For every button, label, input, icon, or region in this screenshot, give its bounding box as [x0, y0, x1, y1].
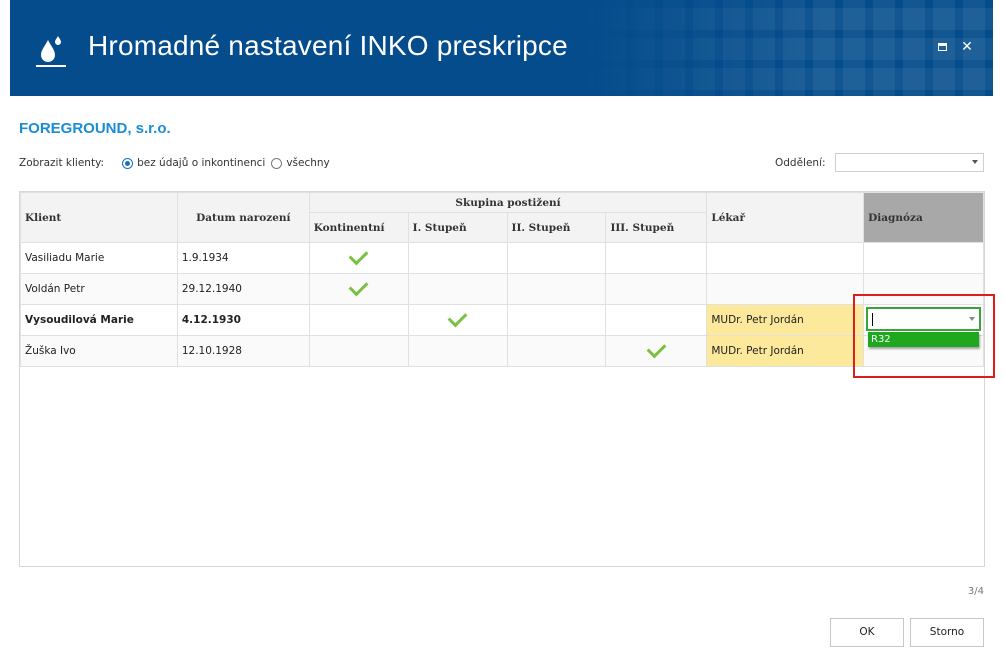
- client-cell[interactable]: Vasiliadu Marie: [20, 242, 178, 274]
- header-diagnosis[interactable]: Diagnóza: [863, 192, 984, 243]
- header-doctor[interactable]: Lékař: [706, 192, 865, 243]
- radio-label: všechny: [286, 157, 330, 169]
- continent-cell[interactable]: [308, 273, 409, 305]
- birth-date-cell[interactable]: 4.12.1930: [176, 304, 310, 336]
- diagnosis-dropdown-option[interactable]: R32: [868, 332, 979, 347]
- chevron-down-icon[interactable]: [972, 160, 978, 164]
- doctor-cell[interactable]: [706, 242, 865, 274]
- chevron-down-icon[interactable]: [969, 317, 975, 321]
- maximize-icon: [937, 43, 947, 51]
- radio-button[interactable]: [271, 157, 283, 169]
- stage-3-cell[interactable]: [605, 335, 708, 367]
- close-button[interactable]: ✕: [960, 40, 974, 54]
- stage-1-cell[interactable]: [407, 304, 508, 336]
- header-client[interactable]: Klient: [20, 192, 178, 243]
- clients-table: Klient Datum narození Skupina postižení …: [20, 192, 984, 367]
- stage-2-cell[interactable]: [506, 335, 607, 367]
- radio-button-checked[interactable]: [122, 157, 134, 169]
- page-indicator: 3/4: [967, 586, 984, 597]
- check-icon: [646, 338, 667, 359]
- diagnosis-combobox[interactable]: [866, 307, 981, 331]
- close-icon: ✕: [961, 39, 973, 55]
- table-row-selected[interactable]: Vysoudilová Marie 4.12.1930 MUDr. Petr J…: [20, 304, 984, 336]
- table-row[interactable]: Voldán Petr 29.12.1940: [20, 273, 984, 305]
- stage-2-cell[interactable]: [506, 304, 607, 336]
- check-icon: [348, 245, 369, 266]
- stage-3-cell[interactable]: [605, 242, 708, 274]
- window-title: Hromadné nastavení INKO preskripce: [88, 30, 568, 61]
- continent-cell[interactable]: [308, 242, 409, 274]
- stage-2-cell[interactable]: [506, 273, 607, 305]
- doctor-cell[interactable]: MUDr. Petr Jordán: [706, 304, 865, 336]
- drop-icon: [36, 36, 66, 67]
- header-stage-2[interactable]: II. Stupeň: [506, 212, 607, 243]
- table-row[interactable]: Žuška Ivo 12.10.1928 MUDr. Petr Jordán: [20, 335, 984, 367]
- maximize-button[interactable]: [935, 40, 949, 54]
- doctor-cell[interactable]: MUDr. Petr Jordán: [706, 335, 865, 367]
- cancel-button[interactable]: Storno: [910, 618, 984, 647]
- client-filter: Zobrazit klienty: bez údajů o inkontinen…: [19, 157, 336, 169]
- continent-cell[interactable]: [308, 335, 409, 367]
- birth-date-cell[interactable]: 1.9.1934: [176, 242, 310, 274]
- stage-1-cell[interactable]: [407, 273, 508, 305]
- client-filter-label: Zobrazit klienty:: [19, 157, 105, 169]
- stage-3-cell[interactable]: [605, 273, 708, 305]
- client-cell[interactable]: Vysoudilová Marie: [20, 304, 178, 336]
- check-icon: [447, 307, 468, 328]
- company-name: FOREGROUND, s.r.o.: [19, 120, 171, 137]
- header-stage-3[interactable]: III. Stupeň: [605, 212, 708, 243]
- check-icon: [348, 276, 369, 297]
- ok-button[interactable]: OK: [830, 618, 904, 647]
- header-disability-group: Skupina postižení: [308, 192, 708, 213]
- diagnosis-cell[interactable]: [863, 273, 984, 305]
- radio-no-incontinence-data[interactable]: bez údajů o inkontinenci: [122, 157, 265, 169]
- text-caret: [872, 313, 873, 326]
- header-birth-date[interactable]: Datum narození: [176, 192, 310, 243]
- stage-3-cell[interactable]: [605, 304, 708, 336]
- stage-1-cell[interactable]: [407, 335, 508, 367]
- birth-date-cell[interactable]: 29.12.1940: [176, 273, 310, 305]
- table-row[interactable]: Vasiliadu Marie 1.9.1934: [20, 242, 984, 274]
- header-continent[interactable]: Kontinentní: [308, 212, 409, 243]
- header-stage-1[interactable]: I. Stupeň: [407, 212, 508, 243]
- title-bar: Hromadné nastavení INKO preskripce ✕: [10, 0, 993, 96]
- title-bar-pattern: [573, 0, 993, 96]
- stage-2-cell[interactable]: [506, 242, 607, 274]
- clients-grid: Klient Datum narození Skupina postižení …: [19, 191, 985, 567]
- continent-cell[interactable]: [308, 304, 409, 336]
- department-label: Oddělení:: [775, 157, 826, 169]
- client-cell[interactable]: Žuška Ivo: [20, 335, 178, 367]
- birth-date-cell[interactable]: 12.10.1928: [176, 335, 310, 367]
- radio-all[interactable]: všechny: [271, 157, 330, 169]
- stage-1-cell[interactable]: [407, 242, 508, 274]
- diagnosis-cell[interactable]: [863, 242, 984, 274]
- department-select[interactable]: [835, 153, 984, 172]
- client-cell[interactable]: Voldán Petr: [20, 273, 178, 305]
- radio-label: bez údajů o inkontinenci: [137, 157, 266, 169]
- doctor-cell[interactable]: [706, 273, 865, 305]
